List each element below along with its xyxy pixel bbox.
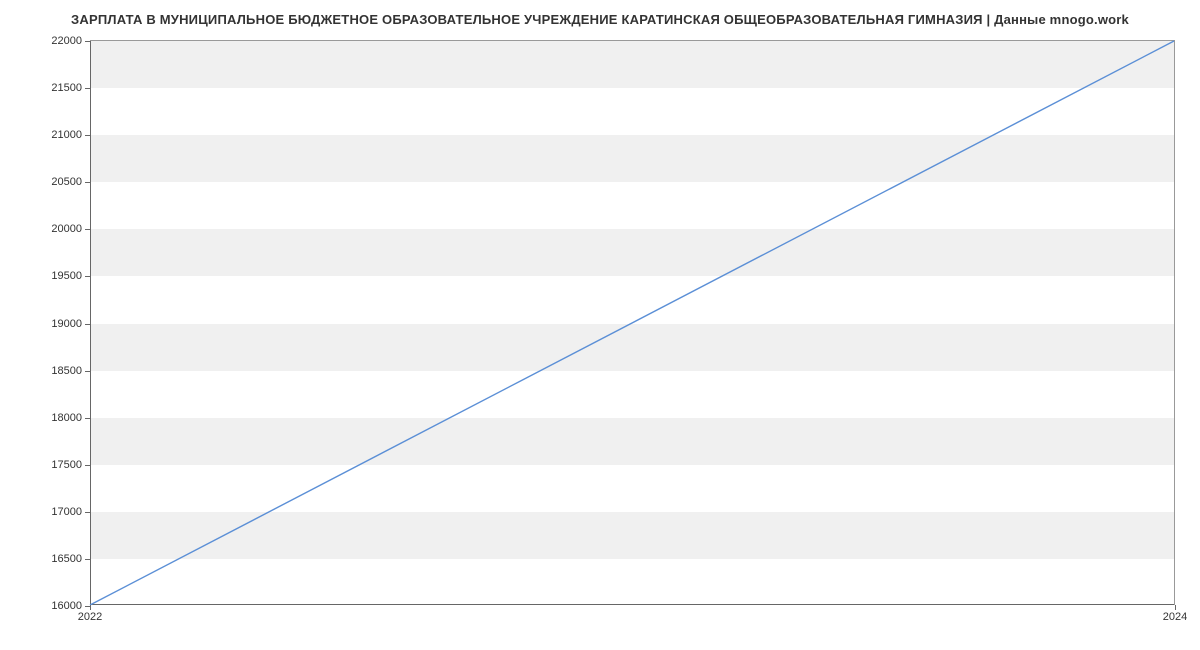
- y-tick-label: 18500: [51, 365, 82, 377]
- y-tick-label: 19500: [51, 270, 82, 282]
- y-tick-label: 18000: [51, 412, 82, 424]
- y-tick-label: 22000: [51, 35, 82, 47]
- y-tick-label: 19000: [51, 318, 82, 330]
- y-tick-mark: [85, 182, 90, 183]
- y-tick-label: 17000: [51, 506, 82, 518]
- y-tick-mark: [85, 324, 90, 325]
- y-tick-mark: [85, 418, 90, 419]
- y-tick-mark: [85, 41, 90, 42]
- y-tick-mark: [85, 465, 90, 466]
- y-tick-mark: [85, 229, 90, 230]
- chart-plot: 1600016500170001750018000185001900019500…: [90, 40, 1175, 605]
- y-tick-mark: [85, 276, 90, 277]
- y-tick-label: 21500: [51, 82, 82, 94]
- y-tick-mark: [85, 88, 90, 89]
- chart-title: ЗАРПЛАТА В МУНИЦИПАЛЬНОЕ БЮДЖЕТНОЕ ОБРАЗ…: [0, 0, 1200, 27]
- y-tick-mark: [85, 135, 90, 136]
- y-tick-mark: [85, 559, 90, 560]
- y-tick-label: 17500: [51, 459, 82, 471]
- x-tick-label: 2024: [1163, 611, 1187, 623]
- line-series: [90, 41, 1174, 605]
- x-tick-mark: [90, 605, 91, 610]
- y-tick-label: 21000: [51, 129, 82, 141]
- y-tick-label: 20500: [51, 176, 82, 188]
- y-tick-mark: [85, 512, 90, 513]
- y-tick-mark: [85, 371, 90, 372]
- x-tick-mark: [1175, 605, 1176, 610]
- y-tick-label: 20000: [51, 223, 82, 235]
- x-tick-label: 2022: [78, 611, 102, 623]
- y-tick-label: 16500: [51, 553, 82, 565]
